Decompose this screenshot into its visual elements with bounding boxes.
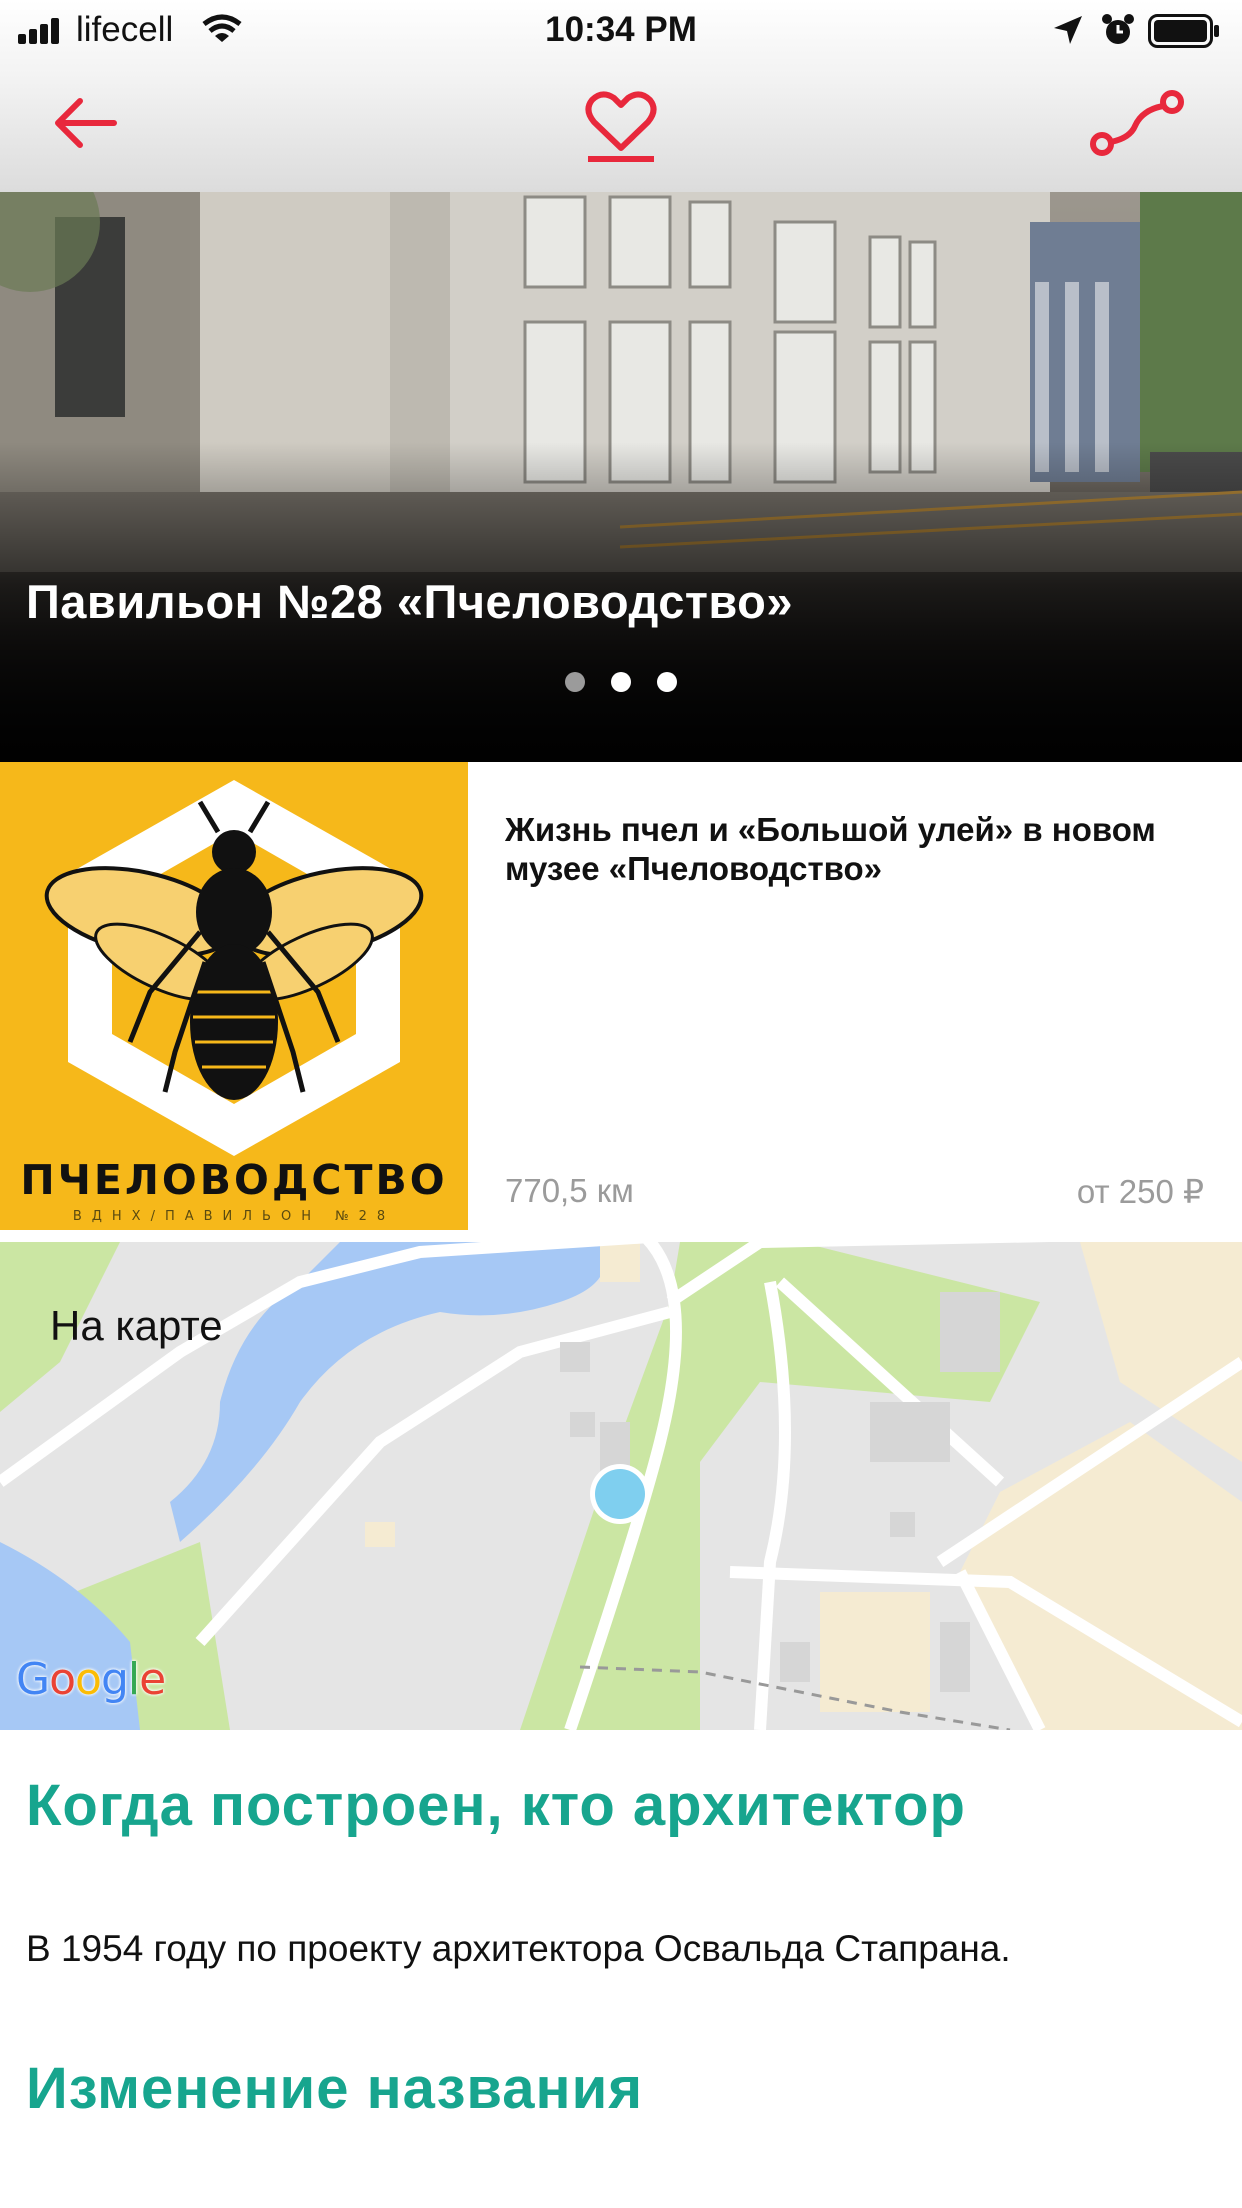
event-poster: ПЧЕЛОВОДСТВО ВДНХ/ПАВИЛЬОН №28 <box>0 762 468 1230</box>
event-distance: 770,5 км <box>505 1172 634 1209</box>
route-icon[interactable] <box>1090 90 1184 158</box>
section-text-architect: В 1954 году по проекту архитектора Освал… <box>26 1928 1011 1969</box>
event-title[interactable]: Жизнь пчел и «Большой улей» в новом музе… <box>505 810 1205 888</box>
page-dot[interactable] <box>657 672 677 692</box>
top-bar: lifecell 10:34 PM <box>0 0 1242 192</box>
gallery-page-indicator[interactable] <box>0 672 1242 692</box>
map-label: На карте <box>50 1302 223 1349</box>
bee-hexagon-logo <box>44 780 424 1156</box>
poster-title: ПЧЕЛОВОДСТВО <box>20 1156 448 1204</box>
battery-icon <box>1148 14 1219 48</box>
favorite-heart-icon[interactable] <box>582 88 660 164</box>
page-dot[interactable] <box>611 672 631 692</box>
section-heading-architect: Когда построен, кто архитектор <box>26 1773 966 1838</box>
map-view[interactable]: На карте Google <box>0 1242 1242 1730</box>
hero-gallery[interactable]: Павильон №28 «Пчеловодство» <box>0 192 1242 762</box>
section-heading-name-change: Изменение названия <box>26 2056 644 2121</box>
pavilion-title: Павильон №28 «Пчеловодство» <box>26 575 793 628</box>
page-dot[interactable] <box>565 672 585 692</box>
location-arrow-icon <box>1054 16 1082 44</box>
back-arrow-icon[interactable] <box>50 95 120 151</box>
status-bar: lifecell 10:34 PM <box>0 0 1242 62</box>
poster-subtitle: ВДНХ/ПАВИЛЬОН №28 <box>72 1209 396 1224</box>
alarm-icon <box>1102 14 1134 44</box>
event-card[interactable]: ПЧЕЛОВОДСТВО ВДНХ/ПАВИЛЬОН №28 Жизнь пче… <box>0 762 1242 1242</box>
event-price: от 250 ₽ <box>1076 1173 1204 1210</box>
google-logo: Google <box>16 1654 166 1705</box>
